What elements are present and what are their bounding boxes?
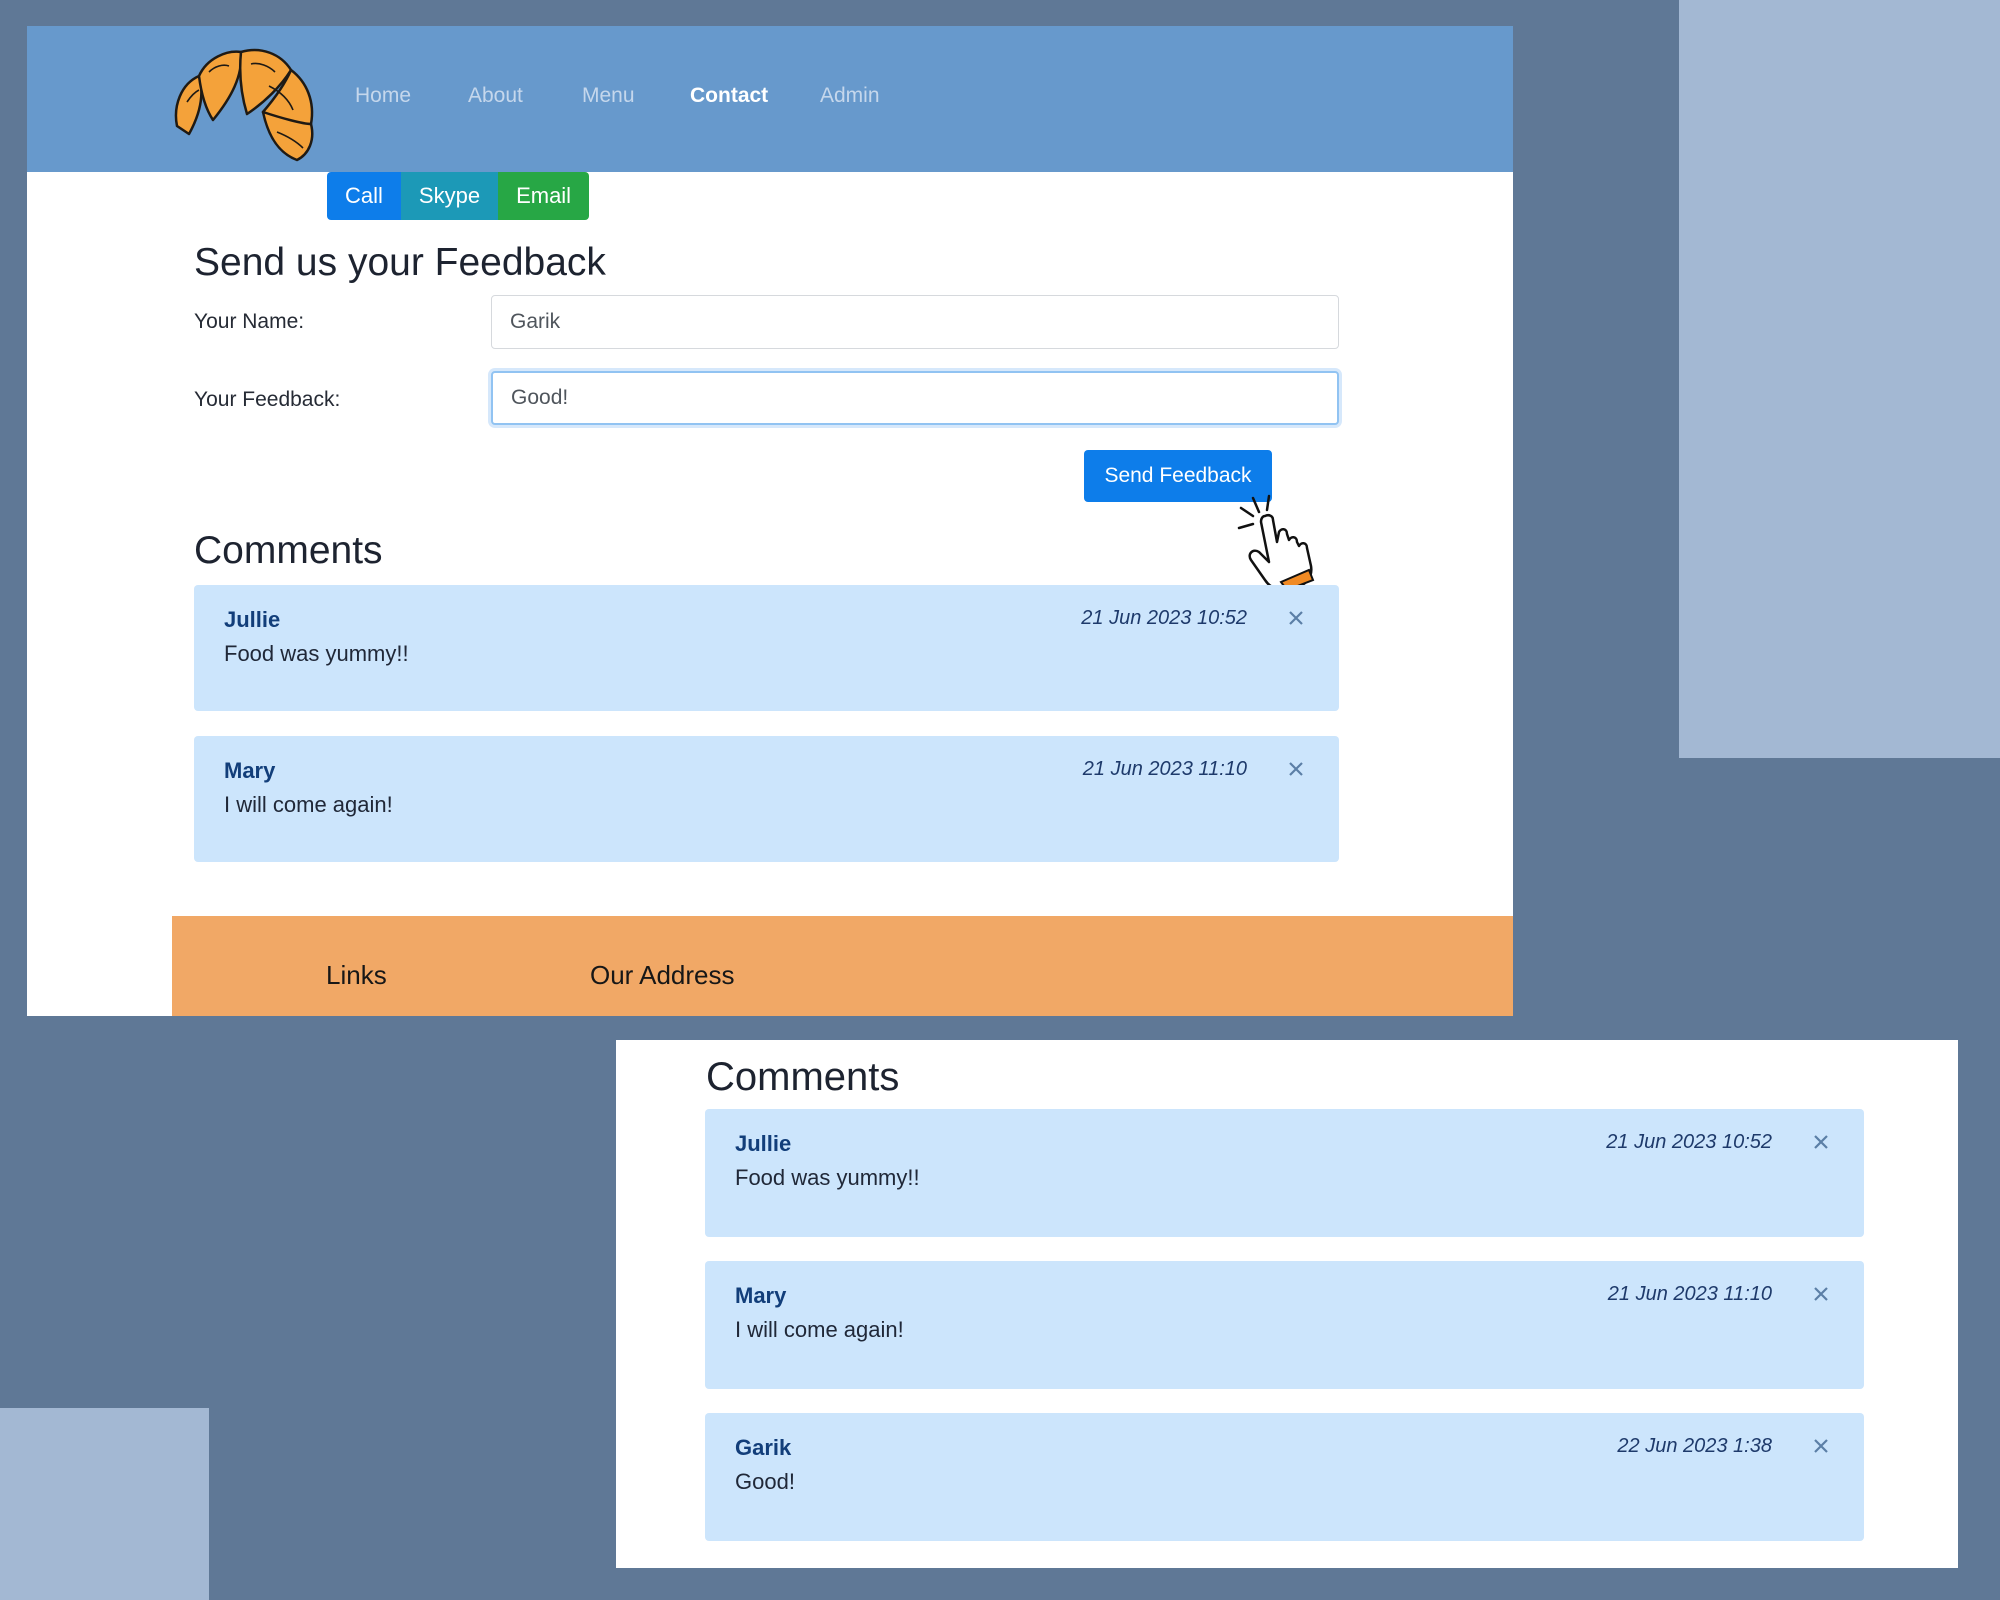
comment-text: Good! <box>735 1469 795 1494</box>
nav-about[interactable]: About <box>468 84 523 108</box>
skype-button[interactable]: Skype <box>400 172 499 220</box>
nav-home[interactable]: Home <box>355 84 411 108</box>
feedback-label: Your Feedback: <box>194 388 341 411</box>
comment-date: 21 Jun 2023 10:52 <box>1606 1131 1772 1153</box>
comment-text: Food was yummy!! <box>224 641 409 666</box>
comments-heading: Comments <box>194 529 383 572</box>
feedback-heading: Send us your Feedback <box>194 241 606 284</box>
backdrop-panel <box>0 1408 209 1600</box>
comment-text: Food was yummy!! <box>735 1165 920 1190</box>
comments-heading: Comments <box>706 1055 900 1099</box>
feedback-input[interactable] <box>491 371 1339 425</box>
comment-author: Garik <box>735 1435 792 1460</box>
croissant-logo[interactable] <box>169 36 319 164</box>
comment-card: Jullie Food was yummy!! 21 Jun 2023 10:5… <box>194 585 1339 711</box>
contact-button-group: Call Skype Email <box>327 172 590 220</box>
comment-card: Mary I will come again! 21 Jun 2023 11:1… <box>194 736 1339 862</box>
comments-result-panel: Comments Jullie Food was yummy!! 21 Jun … <box>616 1040 1958 1568</box>
comment-card: Garik Good! 22 Jun 2023 1:38 <box>705 1413 1864 1541</box>
comment-card: Jullie Food was yummy!! 21 Jun 2023 10:5… <box>705 1109 1864 1237</box>
close-icon[interactable] <box>1808 1129 1834 1155</box>
email-button[interactable]: Email <box>498 172 590 220</box>
pointer-hand-cursor <box>1237 494 1315 592</box>
comment-date: 22 Jun 2023 1:38 <box>1617 1435 1772 1457</box>
comment-date: 21 Jun 2023 10:52 <box>1081 607 1247 629</box>
comment-card: Mary I will come again! 21 Jun 2023 11:1… <box>705 1261 1864 1389</box>
comment-text: I will come again! <box>735 1317 904 1342</box>
nav-contact[interactable]: Contact <box>690 84 768 108</box>
website-window: Home About Menu Contact Admin Call Skype… <box>27 26 1513 1016</box>
navbar: Home About Menu Contact Admin <box>27 26 1513 172</box>
comment-author: Jullie <box>224 607 281 632</box>
comment-date: 21 Jun 2023 11:10 <box>1082 758 1247 780</box>
close-icon[interactable] <box>1808 1281 1834 1307</box>
comment-author: Jullie <box>735 1131 792 1156</box>
comment-date: 21 Jun 2023 11:10 <box>1607 1283 1772 1305</box>
comment-author: Mary <box>735 1283 787 1308</box>
backdrop-panel <box>1679 0 2000 758</box>
close-icon[interactable] <box>1808 1433 1834 1459</box>
name-input[interactable] <box>491 295 1339 349</box>
comment-text: I will come again! <box>224 792 393 817</box>
footer-address-heading: Our Address <box>590 960 735 990</box>
close-icon[interactable] <box>1283 756 1309 782</box>
footer: Links Our Address <box>172 916 1513 1016</box>
nav-menu[interactable]: Menu <box>582 84 635 108</box>
nav-admin[interactable]: Admin <box>820 84 880 108</box>
name-label: Your Name: <box>194 310 305 333</box>
call-button[interactable]: Call <box>327 172 401 220</box>
footer-links-heading: Links <box>326 960 387 990</box>
comment-author: Mary <box>224 758 276 783</box>
close-icon[interactable] <box>1283 605 1309 631</box>
